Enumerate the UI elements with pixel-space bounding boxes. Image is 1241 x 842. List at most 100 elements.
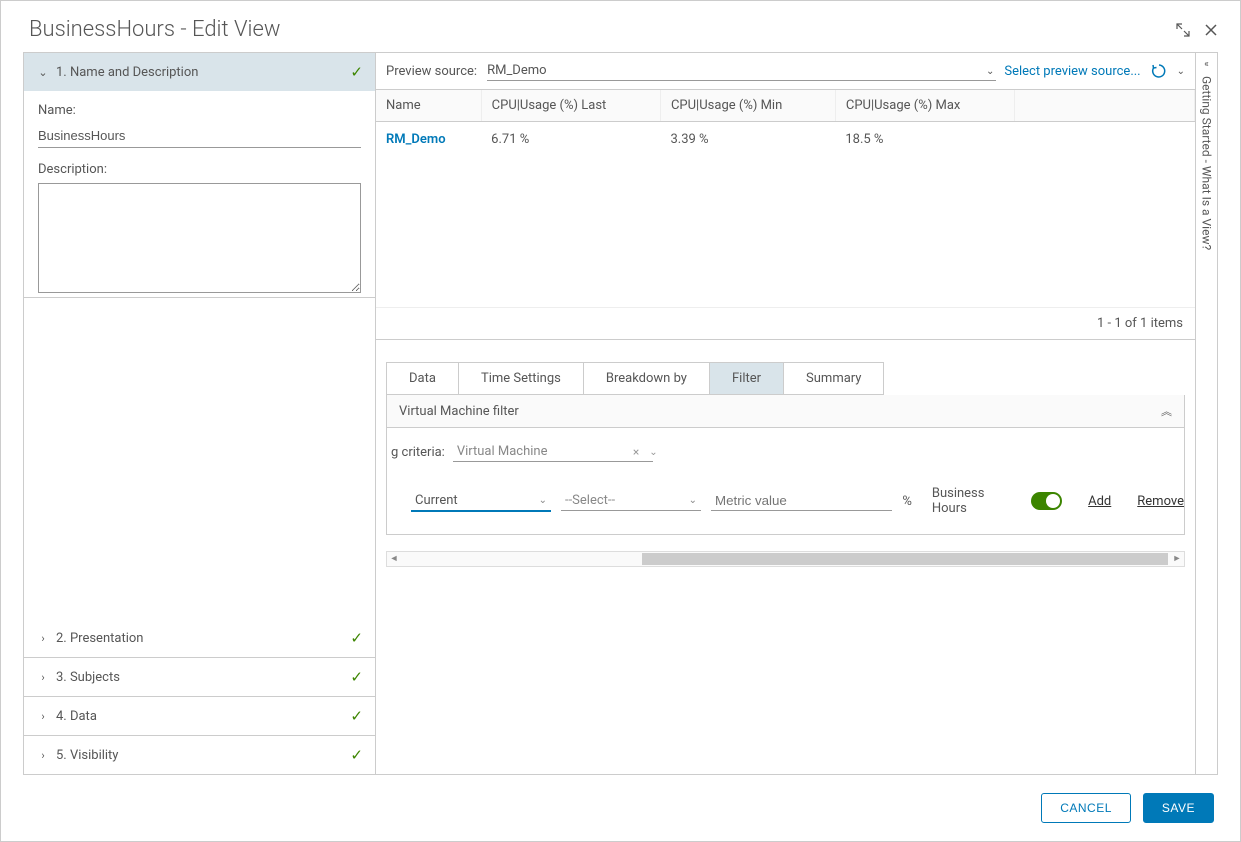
col-cpu-last[interactable]: CPU|Usage (%) Last <box>481 90 660 122</box>
filter-panel-title: Virtual Machine filter <box>399 404 1161 419</box>
select-preview-source-link[interactable]: Select preview source... <box>1004 64 1140 79</box>
sidebar-spacer <box>24 298 375 619</box>
step-title-3: 3. Subjects <box>56 670 350 685</box>
expand-icon[interactable] <box>1176 23 1190 37</box>
cancel-button[interactable]: CANCEL <box>1041 793 1131 823</box>
scrollbar-thumb[interactable] <box>642 553 1168 565</box>
check-icon: ✓ <box>350 629 363 647</box>
description-label: Description: <box>38 162 361 177</box>
step-body-1: Name: Description: <box>24 91 375 297</box>
step-header-1[interactable]: ⌄ 1. Name and Description ✓ <box>24 53 375 91</box>
check-icon: ✓ <box>350 707 363 725</box>
metric-value-input[interactable] <box>711 491 892 511</box>
dialog-title: BusinessHours - Edit View <box>29 17 1162 42</box>
chevron-right-icon: › <box>36 632 50 645</box>
col-spacer <box>1015 90 1195 122</box>
config-tabs: Data Time Settings Breakdown by Filter S… <box>386 362 884 395</box>
preview-source-bar: Preview source: RM_Demo ⌄ Select preview… <box>376 53 1195 89</box>
chevron-right-icon: › <box>36 710 50 723</box>
filter-condition-row: Current ⌄ --Select-- ⌄ % Business Hours … <box>387 486 1184 516</box>
dialog-footer: CANCEL SAVE <box>1 775 1240 841</box>
col-cpu-min[interactable]: CPU|Usage (%) Min <box>660 90 835 122</box>
step-header-3[interactable]: › 3. Subjects ✓ <box>24 658 375 696</box>
step-subjects: › 3. Subjects ✓ <box>24 658 375 697</box>
help-rail-title[interactable]: Getting Started - What Is a View? <box>1200 76 1214 250</box>
chevron-right-icon: › <box>36 671 50 684</box>
name-input[interactable] <box>38 124 361 148</box>
close-icon[interactable] <box>1204 23 1218 37</box>
cell-spacer <box>1015 122 1195 158</box>
tab-breakdown[interactable]: Breakdown by <box>584 363 710 394</box>
criteria-label: g criteria: <box>391 445 445 460</box>
cell-name[interactable]: RM_Demo <box>376 122 481 158</box>
dialog-header: BusinessHours - Edit View <box>1 1 1240 52</box>
step-header-4[interactable]: › 4. Data ✓ <box>24 697 375 735</box>
collapse-icon[interactable]: ︽ <box>1161 403 1172 419</box>
toggle-knob <box>1046 494 1060 508</box>
business-hours-toggle[interactable] <box>1031 492 1062 510</box>
chevron-down-icon[interactable]: ⌄ <box>1177 66 1185 77</box>
preview-table: Name CPU|Usage (%) Last CPU|Usage (%) Mi… <box>376 90 1195 307</box>
tab-data[interactable]: Data <box>387 363 459 394</box>
preview-source-select[interactable]: RM_Demo <box>487 61 996 81</box>
help-rail: « Getting Started - What Is a View? <box>1195 53 1217 774</box>
time-scope-select[interactable]: Current ⌄ <box>411 491 551 512</box>
chevron-down-icon: ⌄ <box>689 495 697 506</box>
dialog-body: ⌄ 1. Name and Description ✓ Name: Descri… <box>23 52 1218 775</box>
step-header-5[interactable]: › 5. Visibility ✓ <box>24 736 375 774</box>
step-title-2: 2. Presentation <box>56 631 350 646</box>
add-link[interactable]: Add <box>1088 494 1111 509</box>
col-name[interactable]: Name <box>376 90 481 122</box>
step-header-2[interactable]: › 2. Presentation ✓ <box>24 619 375 657</box>
cell-cpu-last: 6.71 % <box>481 122 660 158</box>
wizard-sidebar: ⌄ 1. Name and Description ✓ Name: Descri… <box>24 53 376 774</box>
save-button[interactable]: SAVE <box>1143 793 1214 823</box>
table-pagination: 1 - 1 of 1 items <box>376 307 1195 339</box>
step-title-5: 5. Visibility <box>56 748 350 763</box>
edit-view-dialog: BusinessHours - Edit View ⌄ 1. Name and … <box>0 0 1241 842</box>
chevron-right-icon: › <box>36 749 50 762</box>
cell-cpu-max: 18.5 % <box>835 122 1014 158</box>
refresh-icon[interactable] <box>1151 63 1167 79</box>
scroll-right-icon[interactable]: ► <box>1170 552 1184 566</box>
cell-cpu-min: 3.39 % <box>660 122 835 158</box>
percent-label: % <box>902 494 912 509</box>
check-icon: ✓ <box>350 668 363 686</box>
metric-select-placeholder: --Select-- <box>565 493 615 508</box>
criteria-select[interactable]: Virtual Machine <box>453 442 653 462</box>
criteria-row: g criteria: Virtual Machine × ⌄ <box>387 442 1184 462</box>
step-visibility: › 5. Visibility ✓ <box>24 736 375 774</box>
step-name-description: ⌄ 1. Name and Description ✓ Name: Descri… <box>24 53 375 298</box>
preview-table-wrap: Name CPU|Usage (%) Last CPU|Usage (%) Mi… <box>376 89 1195 340</box>
metric-select[interactable]: --Select-- ⌄ <box>561 491 701 511</box>
criteria-value: Virtual Machine <box>457 444 548 459</box>
remove-link[interactable]: Remove <box>1137 494 1184 509</box>
check-icon: ✓ <box>350 746 363 764</box>
step-presentation: › 2. Presentation ✓ <box>24 619 375 658</box>
chevron-down-icon: ⌄ <box>539 495 547 506</box>
horizontal-scrollbar[interactable]: ◄ ► <box>386 551 1185 567</box>
col-cpu-max[interactable]: CPU|Usage (%) Max <box>835 90 1014 122</box>
table-empty-space <box>376 157 1195 307</box>
tab-time-settings[interactable]: Time Settings <box>459 363 584 394</box>
filter-panel: Virtual Machine filter ︽ g criteria: Vir… <box>386 395 1185 535</box>
main-panel: Preview source: RM_Demo ⌄ Select preview… <box>376 53 1195 774</box>
step-title-1: 1. Name and Description <box>56 65 350 80</box>
chevron-left-icon[interactable]: « <box>1204 59 1209 70</box>
time-scope-value: Current <box>415 493 458 508</box>
preview-source-value: RM_Demo <box>487 63 546 78</box>
scroll-left-icon[interactable]: ◄ <box>387 552 401 566</box>
filter-panel-header[interactable]: Virtual Machine filter ︽ <box>387 395 1184 428</box>
name-label: Name: <box>38 103 361 118</box>
table-row[interactable]: RM_Demo 6.71 % 3.39 % 18.5 % <box>376 122 1195 158</box>
preview-source-label: Preview source: <box>386 64 477 79</box>
step-title-4: 4. Data <box>56 709 350 724</box>
step-data: › 4. Data ✓ <box>24 697 375 736</box>
business-hours-label: Business Hours <box>932 486 1021 516</box>
chevron-down-icon: ⌄ <box>36 66 50 79</box>
filter-panel-body: g criteria: Virtual Machine × ⌄ Current … <box>387 428 1184 534</box>
description-textarea[interactable] <box>38 183 361 293</box>
tab-filter[interactable]: Filter <box>710 363 784 394</box>
tab-summary[interactable]: Summary <box>784 363 883 394</box>
check-icon: ✓ <box>350 63 363 81</box>
